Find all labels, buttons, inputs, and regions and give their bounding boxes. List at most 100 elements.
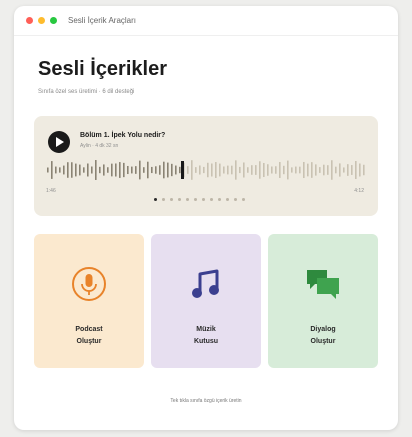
- pager-dot[interactable]: [162, 198, 165, 201]
- waveform-bar: [107, 167, 109, 173]
- waveform-bar: [115, 163, 117, 177]
- waveform-bar: [143, 167, 145, 173]
- close-window-button[interactable]: [26, 17, 33, 24]
- waveform-bar: [67, 162, 69, 178]
- app-window: Sesli İçerik Araçları Sesli İçerikler Sı…: [14, 6, 398, 430]
- waveform-bar: [283, 165, 285, 175]
- waveform-bar: [163, 161, 165, 179]
- pager-dot[interactable]: [178, 198, 181, 201]
- music-note-icon: [192, 269, 219, 298]
- waveform-bar: [167, 162, 169, 178]
- minimize-window-button[interactable]: [38, 17, 45, 24]
- waveform-bar: [79, 164, 81, 176]
- waveform-bar: [259, 161, 261, 179]
- waveform-bar: [315, 164, 317, 176]
- waveform-bar: [95, 160, 97, 180]
- waveform-bar: [47, 167, 49, 173]
- waveform-bar: [159, 165, 161, 175]
- waveform-bar: [267, 164, 269, 176]
- pager-dot[interactable]: [194, 198, 197, 201]
- page-subtitle: Sınıfa özel ses üretimi · 6 dil desteği: [38, 89, 135, 95]
- waveform-bar: [207, 162, 209, 178]
- waveform-bar: [203, 166, 205, 174]
- waveform-bar: [355, 161, 357, 179]
- waveform-bar: [319, 167, 321, 173]
- elapsed-time: 1:46: [46, 188, 56, 194]
- waveform-bar: [55, 166, 57, 174]
- waveform-bar: [83, 167, 85, 173]
- playhead[interactable]: [181, 161, 184, 179]
- waveform-bar: [223, 166, 225, 174]
- waveform-bar: [171, 163, 173, 177]
- play-button[interactable]: [48, 131, 70, 153]
- waveform-bar: [339, 163, 341, 177]
- waveform-bar: [351, 165, 353, 175]
- waveform-bar: [123, 162, 125, 178]
- waveform-bar: [271, 166, 273, 174]
- waveform-bar: [291, 167, 293, 173]
- waveform-bar: [263, 162, 265, 178]
- waveform-bar: [111, 163, 113, 177]
- waveform-bar: [243, 162, 245, 178]
- audio-waveform-scrubber[interactable]: [46, 160, 366, 180]
- pager-dot[interactable]: [202, 198, 205, 201]
- waveform-bar: [131, 166, 133, 174]
- waveform-bar: [331, 160, 333, 180]
- chat-bubbles-icon: [307, 270, 339, 299]
- waveform-bar: [151, 166, 153, 174]
- waveform-bar: [343, 167, 345, 173]
- pager-dot[interactable]: [234, 198, 237, 201]
- waveform-bar: [135, 166, 137, 174]
- waveform-bar: [63, 165, 65, 175]
- waveform-bar: [299, 166, 301, 174]
- dialog-create-card[interactable]: Diyalog Oluştur: [268, 234, 378, 368]
- page-title: Sesli İçerikler: [38, 58, 167, 80]
- pager-dot[interactable]: [210, 198, 213, 201]
- episode-meta: Aylin · 4 dk 32 sn: [80, 143, 119, 149]
- pager-dot[interactable]: [242, 198, 245, 201]
- waveform-bar: [303, 161, 305, 179]
- waveform-bar: [235, 160, 237, 180]
- music-box-card[interactable]: Müzik Kutusu: [151, 234, 261, 368]
- waveform-bar: [327, 165, 329, 175]
- pager-dot[interactable]: [154, 198, 157, 201]
- microphone-icon: [72, 267, 106, 301]
- waveform-bar: [75, 163, 77, 177]
- waveform-bar: [211, 163, 213, 177]
- title-bar: Sesli İçerik Araçları: [14, 6, 398, 36]
- waveform-bar: [99, 166, 101, 174]
- page-header: Sesli İçerikler Sınıfa özel ses üretimi …: [14, 36, 398, 95]
- waveform-bar: [295, 166, 297, 174]
- podcast-create-card[interactable]: Podcast Oluştur: [34, 234, 144, 368]
- dialog-card-label: Diyalog Oluştur: [310, 326, 336, 345]
- waveform-bar: [347, 164, 349, 176]
- pager-dot[interactable]: [226, 198, 229, 201]
- waveform-bar: [139, 160, 141, 180]
- waveform-bar: [335, 166, 337, 174]
- waveform-bar: [103, 164, 105, 176]
- maximize-window-button[interactable]: [50, 17, 57, 24]
- waveform-bar: [59, 167, 61, 173]
- waveform-bar: [251, 165, 253, 175]
- waveform-bar: [191, 160, 193, 180]
- pager-dot[interactable]: [218, 198, 221, 201]
- play-icon: [56, 137, 64, 147]
- episode-title: Bölüm 1. İpek Yolu nedir?: [80, 132, 166, 139]
- waveform-bar: [215, 162, 217, 178]
- podcast-card-label: Podcast Oluştur: [75, 326, 103, 345]
- waveform-bar: [175, 165, 177, 175]
- waveform-bar: [155, 166, 157, 174]
- waveform-bar: [359, 163, 361, 177]
- waveform-bar: [199, 165, 201, 175]
- waveform-bar: [227, 165, 229, 175]
- total-time: 4:12: [354, 188, 364, 194]
- waveform-bar: [231, 165, 233, 175]
- waveform-bar: [255, 165, 257, 175]
- audio-player: Bölüm 1. İpek Yolu nedir? Aylin · 4 dk 3…: [34, 116, 378, 216]
- pager-dot[interactable]: [170, 198, 173, 201]
- waveform-bar: [279, 162, 281, 178]
- pager-dot[interactable]: [186, 198, 189, 201]
- waveform-bar: [119, 162, 121, 178]
- waveform-bar: [247, 167, 249, 173]
- music-card-label: Müzik Kutusu: [193, 326, 219, 345]
